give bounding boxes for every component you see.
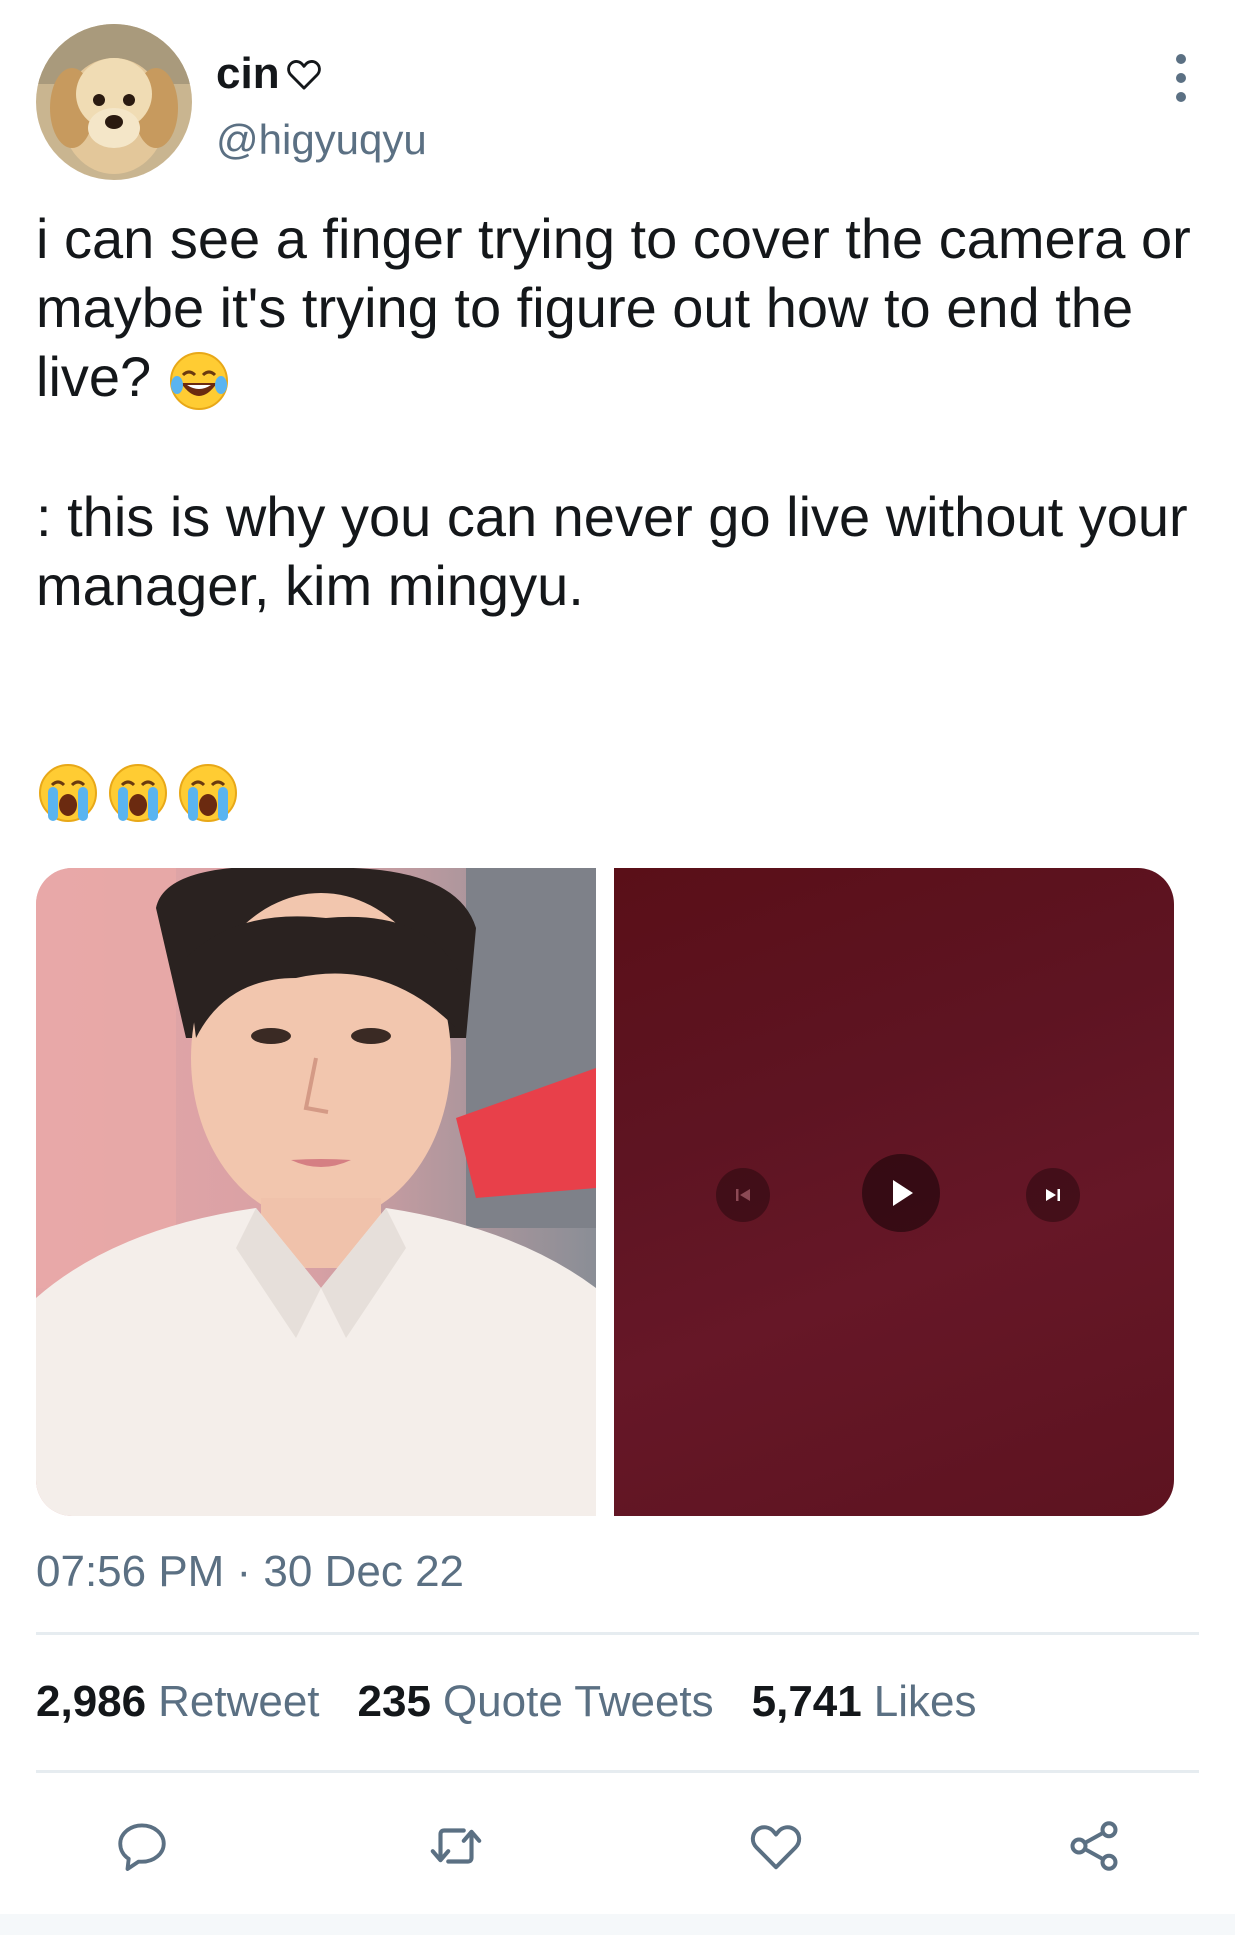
puppy-avatar-image <box>36 24 192 180</box>
retweets-stat[interactable]: 2,986 Retweet <box>36 1676 320 1728</box>
likes-count: 5,741 <box>751 1677 862 1726</box>
likes-stat[interactable]: 5,741 Likes <box>752 1676 977 1728</box>
tweet-emoji-line <box>36 758 1206 827</box>
loudly-crying-emoji-icon <box>109 763 167 822</box>
tweet-paragraph-1: i can see a finger trying to cover the c… <box>36 204 1206 413</box>
user-handle[interactable]: @higyuqyu <box>216 116 427 164</box>
skip-next-icon <box>1046 1189 1060 1201</box>
avatar[interactable] <box>36 24 192 180</box>
heart-outline-icon <box>286 60 321 90</box>
quote-tweets-stat[interactable]: 235 Quote Tweets <box>358 1676 714 1728</box>
quotes-label: Quote Tweets <box>442 1677 714 1726</box>
retweet-icon <box>430 1828 482 1864</box>
tweet-timestamp: 07:56 PM · 30 Dec 22 <box>36 1547 465 1596</box>
more-dot-icon <box>1176 54 1186 64</box>
display-name[interactable]: cin <box>216 48 427 100</box>
bottom-edge <box>0 1914 1235 1935</box>
reply-icon <box>118 1823 166 1871</box>
retweets-count: 2,986 <box>36 1677 147 1726</box>
retweets-label: Retweet <box>158 1677 320 1726</box>
play-button[interactable] <box>862 1154 940 1232</box>
display-name-text: cin <box>216 49 280 98</box>
media-photo[interactable] <box>36 868 596 1516</box>
likes-label: Likes <box>873 1677 977 1726</box>
reply-button[interactable] <box>110 1814 174 1878</box>
like-icon <box>750 1825 802 1870</box>
share-button[interactable] <box>1062 1814 1126 1878</box>
tweet-header: cin @higyuqyu <box>36 24 1199 184</box>
more-options-button[interactable] <box>1163 50 1199 106</box>
more-dot-icon <box>1176 92 1186 102</box>
share-icon <box>1070 1821 1118 1871</box>
tweet-actions-bar <box>0 1800 1235 1890</box>
more-dot-icon <box>1176 73 1186 83</box>
tears-of-joy-emoji-icon <box>169 352 228 411</box>
next-button[interactable] <box>1026 1168 1080 1222</box>
like-button[interactable] <box>744 1814 808 1878</box>
previous-button[interactable] <box>716 1168 770 1222</box>
play-icon <box>893 1180 913 1206</box>
tweet-paragraph-2: : this is why you can never go live with… <box>36 485 1188 618</box>
tweet-stats: 2,986 Retweet 235 Quote Tweets 5,741 Likes <box>36 1676 976 1728</box>
tweet-body: i can see a finger trying to cover the c… <box>36 204 1206 827</box>
loudly-crying-emoji-icon <box>179 763 237 822</box>
loudly-crying-emoji-icon <box>39 763 97 822</box>
retweet-button[interactable] <box>424 1814 488 1878</box>
video-controls <box>614 1154 1174 1234</box>
quotes-count: 235 <box>357 1677 431 1726</box>
media-grid <box>36 868 1174 1516</box>
media-video[interactable] <box>614 868 1174 1516</box>
divider <box>36 1632 1199 1635</box>
skip-previous-icon <box>736 1189 750 1201</box>
divider <box>36 1770 1199 1773</box>
person-photo-image <box>36 868 596 1516</box>
